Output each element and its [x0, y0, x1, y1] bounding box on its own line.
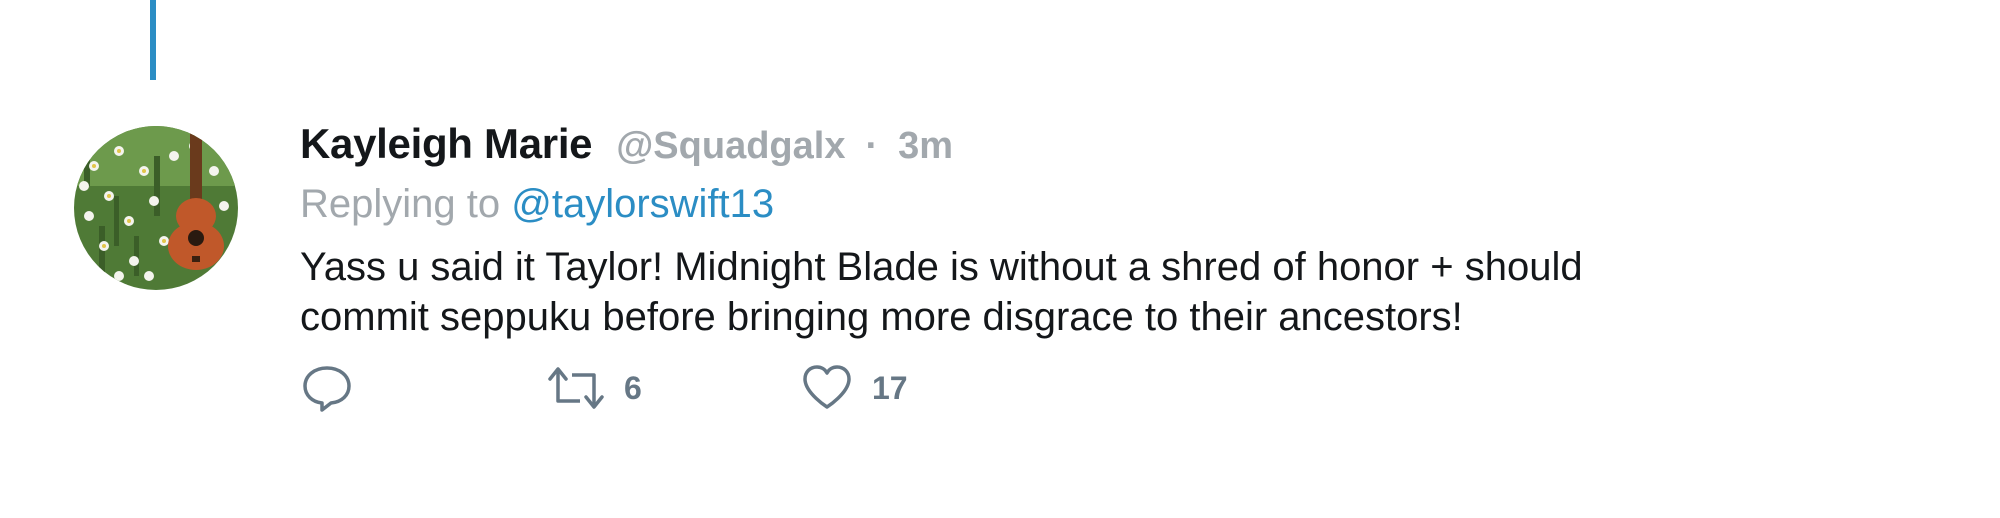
replying-to: Replying to @taylorswift13: [300, 182, 1950, 236]
heart-icon: [803, 365, 851, 409]
reply-button[interactable]: [300, 360, 354, 416]
avatar-image: [74, 126, 238, 290]
replying-to-label: Replying to: [300, 182, 501, 226]
timestamp[interactable]: 3m: [898, 125, 953, 168]
separator-dot: ·: [865, 125, 879, 167]
tweet-text: Yass u said it Taylor! Midnight Blade is…: [300, 242, 1800, 342]
tweet-actions: 6 17: [300, 360, 1100, 416]
retweet-icon: [548, 367, 604, 409]
tweet-body: Kayleigh Marie @Squadgalx · 3m Replying …: [300, 120, 1950, 342]
retweet-count: 6: [624, 369, 642, 406]
tweet-text-line: commit seppuku before bringing more disg…: [300, 295, 1463, 339]
display-name[interactable]: Kayleigh Marie: [300, 120, 593, 168]
retweet-button[interactable]: 6: [546, 360, 642, 416]
thread-connector-line: [150, 0, 156, 80]
replying-to-mention[interactable]: @taylorswift13: [511, 182, 774, 226]
tweet-text-line: Yass u said it Taylor! Midnight Blade is…: [300, 245, 1583, 289]
reply-icon: [303, 366, 351, 412]
user-handle[interactable]: @Squadgalx: [616, 125, 845, 168]
like-count: 17: [872, 369, 908, 406]
avatar[interactable]: [74, 126, 238, 290]
tweet-header: Kayleigh Marie @Squadgalx · 3m: [300, 120, 1950, 176]
like-button[interactable]: 17: [800, 360, 908, 416]
